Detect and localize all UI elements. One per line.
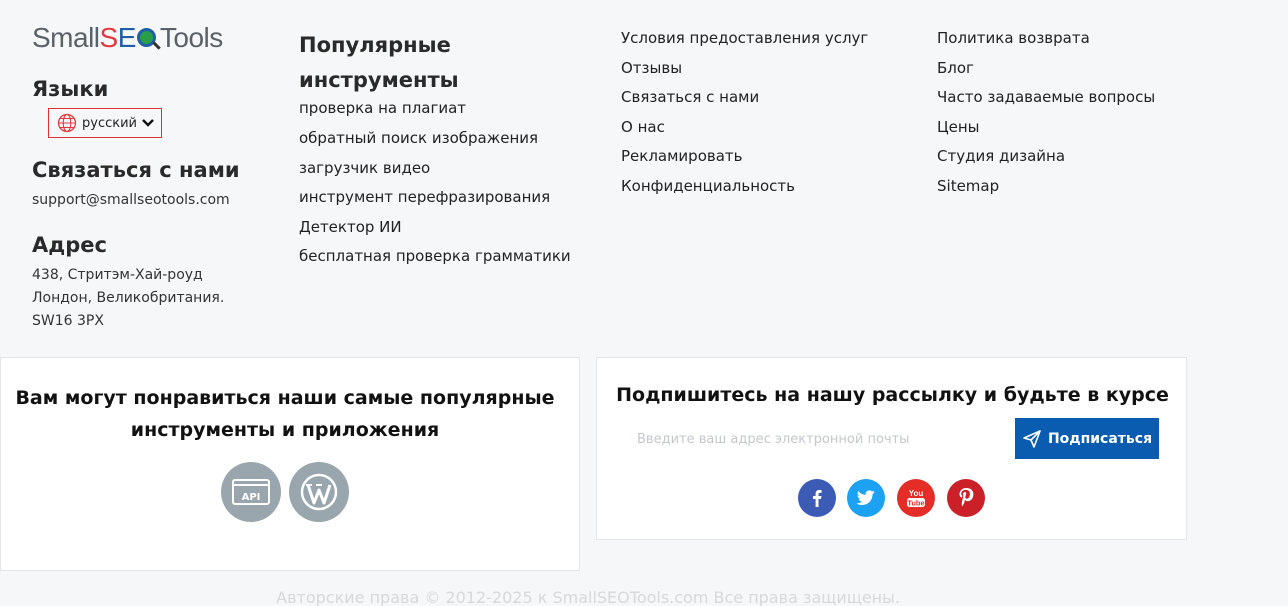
footer-link-paraphrasing[interactable]: инструмент перефразирования [299,188,550,206]
footer-link-pricing[interactable]: Цены [937,118,980,136]
globe-icon [57,113,77,133]
svg-text:You: You [909,489,924,498]
languages-heading: Языки [32,77,109,101]
address-line: Лондон, Великобритания. [32,290,225,306]
copyright-text: Авторские права © 2012-2025 к SmallSEOTo… [276,588,900,606]
api-icon: API [232,479,270,505]
apps-box-title: Вам могут понравиться наши самые популяр… [15,387,555,441]
pinterest-button[interactable] [947,479,985,517]
svg-text:API: API [242,492,261,503]
api-button[interactable]: API [221,462,281,522]
newsletter-box: Подпишитесь на нашу рассылку и будьте в … [596,357,1187,540]
support-email[interactable]: support@smallseotools.com [32,192,230,208]
popular-tools-heading: Популярные инструменты [299,33,459,92]
footer-link-advertise[interactable]: Рекламировать [621,147,743,165]
contact-heading: Связаться с нами [32,158,240,182]
footer-link-sitemap[interactable]: Sitemap [937,177,999,195]
footer-link-about[interactable]: О нас [621,118,665,136]
subscribe-button-label: Подписаться [1047,430,1153,447]
magnifier-icon [136,28,161,50]
address-line: 438, Стритэм-Хай-роуд [32,267,203,283]
language-selected-label: русский [82,115,137,131]
footer-link-design-studio[interactable]: Студия дизайна [937,147,1065,165]
address-line: SW16 3PX [32,313,104,329]
footer-link-terms[interactable]: Условия предоставления услуг [621,29,868,47]
logo-text-tools: Tools [159,22,223,53]
footer-link-plagiarism[interactable]: проверка на плагиат [299,99,466,117]
footer-link-faq[interactable]: Часто задаваемые вопросы [937,88,1155,106]
facebook-icon [813,490,822,507]
footer-link-blog[interactable]: Блог [937,59,974,77]
wordpress-button[interactable] [289,462,349,522]
svg-text:Tube: Tube [907,499,924,508]
footer-link-video-downloader[interactable]: загрузчик видео [299,159,430,177]
footer-link-reverse-image[interactable]: обратный поиск изображения [299,129,538,147]
youtube-icon: You Tube [907,489,925,508]
facebook-button[interactable] [798,479,836,517]
footer-link-grammar-check[interactable]: бесплатная проверка грамматики [299,247,571,265]
footer-link-contact[interactable]: Связаться с нами [621,88,759,106]
logo-text-small: Small [32,22,100,53]
address-heading: Адрес [32,233,107,257]
newsletter-email-input[interactable] [627,419,1007,459]
twitter-button[interactable] [847,479,885,517]
logo-text-seo: SE [99,22,137,53]
chevron-down-icon [142,119,154,127]
site-logo[interactable]: Small SE Tools [32,22,223,54]
newsletter-title: Подпишитесь на нашу рассылку и будьте в … [616,384,1169,406]
footer-link-refund[interactable]: Политика возврата [937,29,1090,47]
wordpress-icon [300,473,338,511]
language-select[interactable]: русский [48,108,162,138]
footer-link-ai-detector[interactable]: Детектор ИИ [299,218,402,236]
send-icon [1023,429,1041,448]
footer-link-privacy[interactable]: Конфиденциальность [621,177,795,195]
youtube-button[interactable]: You Tube [897,479,935,517]
subscribe-button[interactable]: Подписаться [1015,418,1159,459]
footer-link-reviews[interactable]: Отзывы [621,59,682,77]
apps-box: Вам могут понравиться наши самые популяр… [0,357,580,571]
pinterest-icon [959,488,974,507]
twitter-icon [856,490,875,506]
